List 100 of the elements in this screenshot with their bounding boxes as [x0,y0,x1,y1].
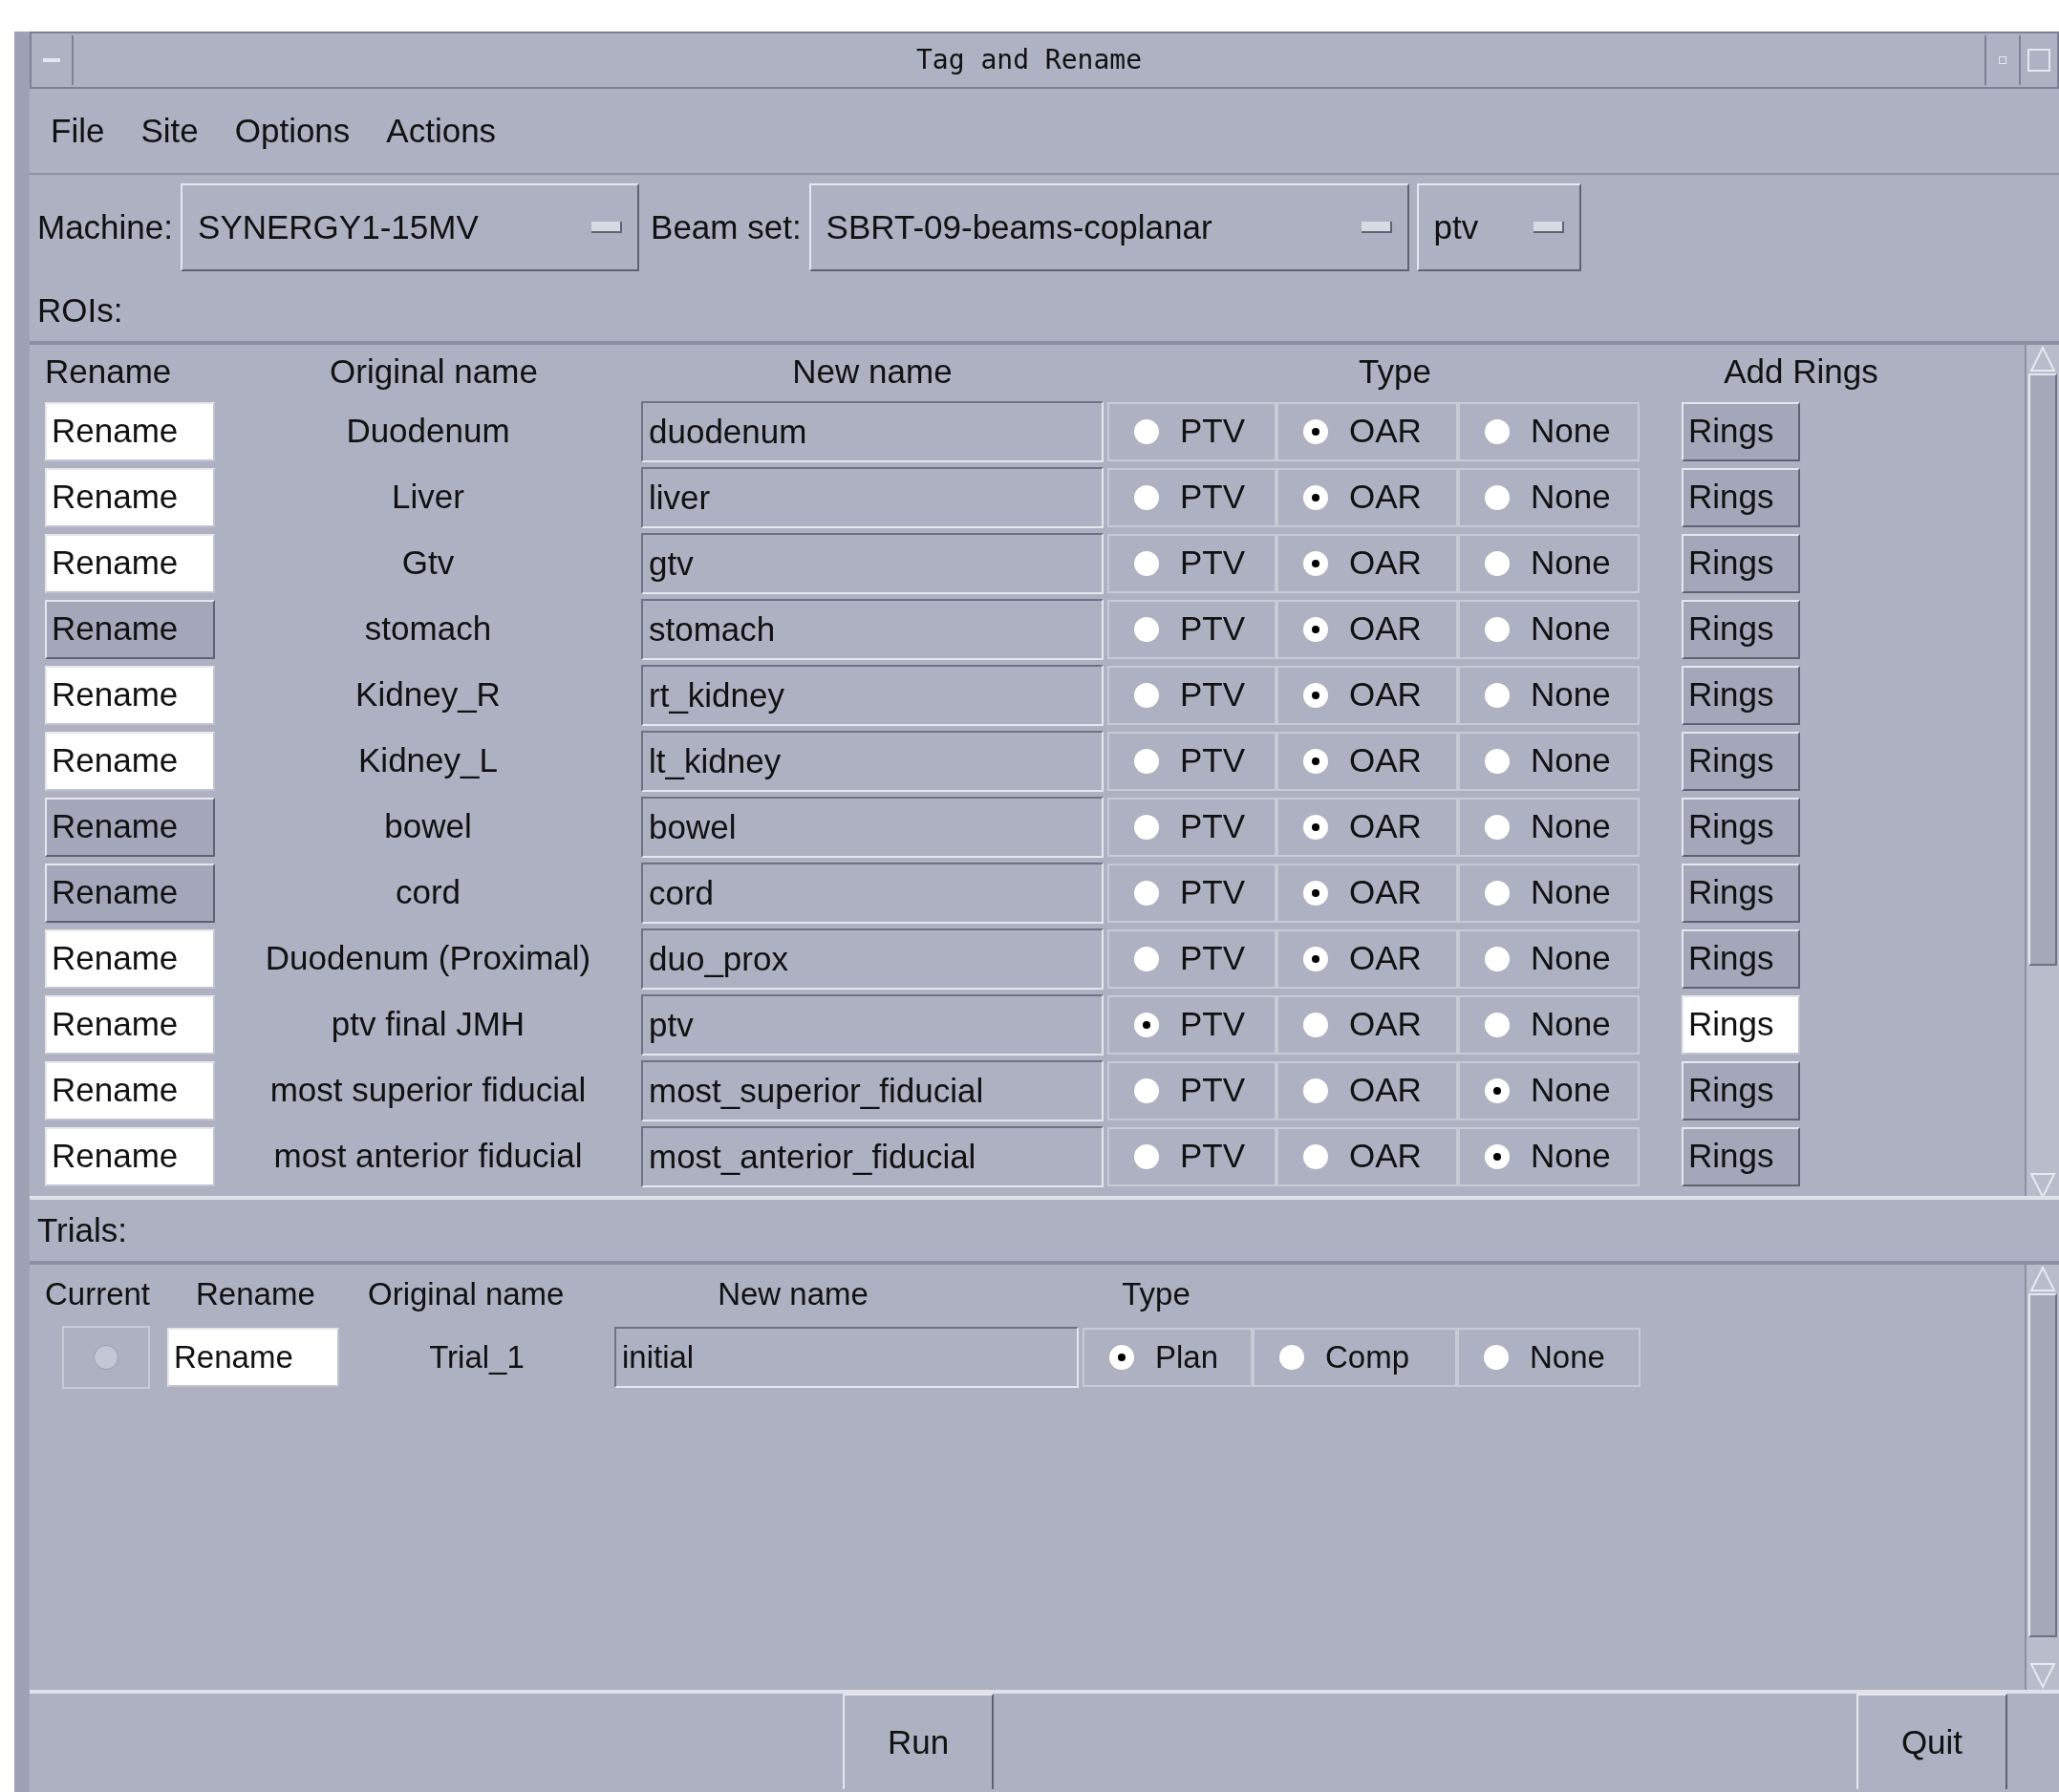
rings-toggle[interactable]: Rings [1682,401,1800,461]
name-field[interactable]: stomach [641,598,1104,660]
rings-toggle[interactable]: Rings [1682,467,1800,527]
radio-button[interactable] [1485,748,1510,774]
type-option[interactable]: OAR [1276,928,1458,989]
name-field[interactable]: ptv [641,993,1104,1056]
radio-button[interactable] [1279,1345,1304,1370]
name-field[interactable]: bowel [641,796,1104,858]
radio-button[interactable] [1485,1012,1510,1037]
radio-button[interactable] [1485,418,1510,444]
type-option[interactable]: PTV [1107,797,1276,857]
type-option[interactable]: Plan [1083,1328,1253,1387]
radio-button[interactable] [1134,814,1159,840]
rings-toggle[interactable]: Rings [1682,599,1800,659]
dropdown[interactable]: SYNERGY1-15MV [181,183,640,271]
type-option[interactable]: PTV [1107,599,1276,659]
type-option[interactable]: PTV [1107,665,1276,725]
scrollbar[interactable] [2025,1265,2059,1690]
name-field[interactable]: most_anterior_fiducial [641,1125,1104,1187]
type-option[interactable]: OAR [1276,599,1458,659]
rename-toggle[interactable]: Rename [45,731,215,791]
radio-button[interactable] [1303,814,1328,840]
type-option[interactable]: None [1458,599,1640,659]
radio-button[interactable] [1485,484,1510,510]
rings-toggle[interactable]: Rings [1682,731,1800,791]
menu-item[interactable]: Site [140,105,199,157]
type-option[interactable]: OAR [1276,665,1458,725]
menu-item[interactable]: Actions [386,105,497,157]
type-option[interactable]: None [1458,1060,1640,1120]
rings-toggle[interactable]: Rings [1682,928,1800,989]
type-option[interactable]: OAR [1276,401,1458,461]
radio-button[interactable] [1485,550,1510,576]
radio-button[interactable] [1303,484,1328,510]
name-field[interactable]: rt_kidney [641,664,1104,726]
radio-button[interactable] [1134,418,1159,444]
rename-toggle[interactable]: Rename [45,401,215,461]
run-button[interactable]: Run [843,1694,994,1789]
type-option[interactable]: None [1458,467,1640,527]
dropdown[interactable]: SBRT-09-beams-coplanar [808,183,1409,271]
type-option[interactable]: OAR [1276,467,1458,527]
menu-item[interactable]: File [51,105,105,157]
type-option[interactable]: PTV [1107,1060,1276,1120]
radio-button[interactable] [1134,748,1159,774]
rename-toggle[interactable]: Rename [45,533,215,593]
radio-button[interactable] [1109,1345,1134,1370]
radio-button[interactable] [1134,550,1159,576]
quit-button[interactable]: Quit [1856,1694,2007,1789]
type-option[interactable]: None [1458,863,1640,923]
rename-toggle[interactable]: Rename [45,797,215,857]
type-option[interactable]: PTV [1107,928,1276,989]
type-option[interactable]: OAR [1276,863,1458,923]
radio-button[interactable] [1485,1077,1510,1103]
radio-button[interactable] [1134,682,1159,708]
type-option[interactable]: None [1458,533,1640,593]
radio-button[interactable] [1303,418,1328,444]
radio-button[interactable] [1134,880,1159,906]
name-field[interactable]: gtv [641,532,1104,594]
type-option[interactable]: None [1457,1328,1641,1387]
rings-toggle[interactable]: Rings [1682,797,1800,857]
rings-toggle[interactable]: Rings [1682,994,1800,1055]
type-option[interactable]: PTV [1107,731,1276,791]
name-field[interactable]: duo_prox [641,928,1104,990]
type-option[interactable]: None [1458,731,1640,791]
type-option[interactable]: None [1458,401,1640,461]
type-option[interactable]: OAR [1276,1126,1458,1186]
rename-toggle[interactable]: Rename [45,928,215,989]
radio-button[interactable] [1485,880,1510,906]
rename-toggle[interactable]: Rename [45,665,215,725]
type-option[interactable]: None [1458,665,1640,725]
rename-toggle[interactable]: Rename [45,1060,215,1120]
type-option[interactable]: OAR [1276,533,1458,593]
dropdown[interactable]: ptv [1416,183,1581,271]
radio-button[interactable] [1134,1077,1159,1103]
radio-button[interactable] [1303,1012,1328,1037]
radio-button[interactable] [1303,682,1328,708]
rename-toggle[interactable]: Rename [45,467,215,527]
radio-button[interactable] [1303,616,1328,642]
radio-button[interactable] [1303,1077,1328,1103]
name-field[interactable]: duodenum [641,400,1104,462]
name-field[interactable]: liver [641,466,1104,528]
radio-button[interactable] [1485,814,1510,840]
type-option[interactable]: OAR [1276,1060,1458,1120]
radio-button[interactable] [1485,616,1510,642]
radio-button[interactable] [1134,1143,1159,1169]
radio-button[interactable] [1303,946,1328,971]
rings-toggle[interactable]: Rings [1682,665,1800,725]
type-option[interactable]: PTV [1107,1126,1276,1186]
type-option[interactable]: PTV [1107,467,1276,527]
radio-button[interactable] [1485,946,1510,971]
type-option[interactable]: PTV [1107,863,1276,923]
radio-button[interactable] [1485,682,1510,708]
rename-toggle[interactable]: Rename [45,863,215,923]
type-option[interactable]: PTV [1107,533,1276,593]
rename-toggle[interactable]: Rename [45,599,215,659]
type-option[interactable]: None [1458,994,1640,1055]
rings-toggle[interactable]: Rings [1682,1126,1800,1186]
name-field[interactable]: cord [641,862,1104,924]
radio-button[interactable] [1484,1345,1509,1370]
menu-item[interactable]: Options [234,105,351,157]
radio-button[interactable] [1303,1143,1328,1169]
